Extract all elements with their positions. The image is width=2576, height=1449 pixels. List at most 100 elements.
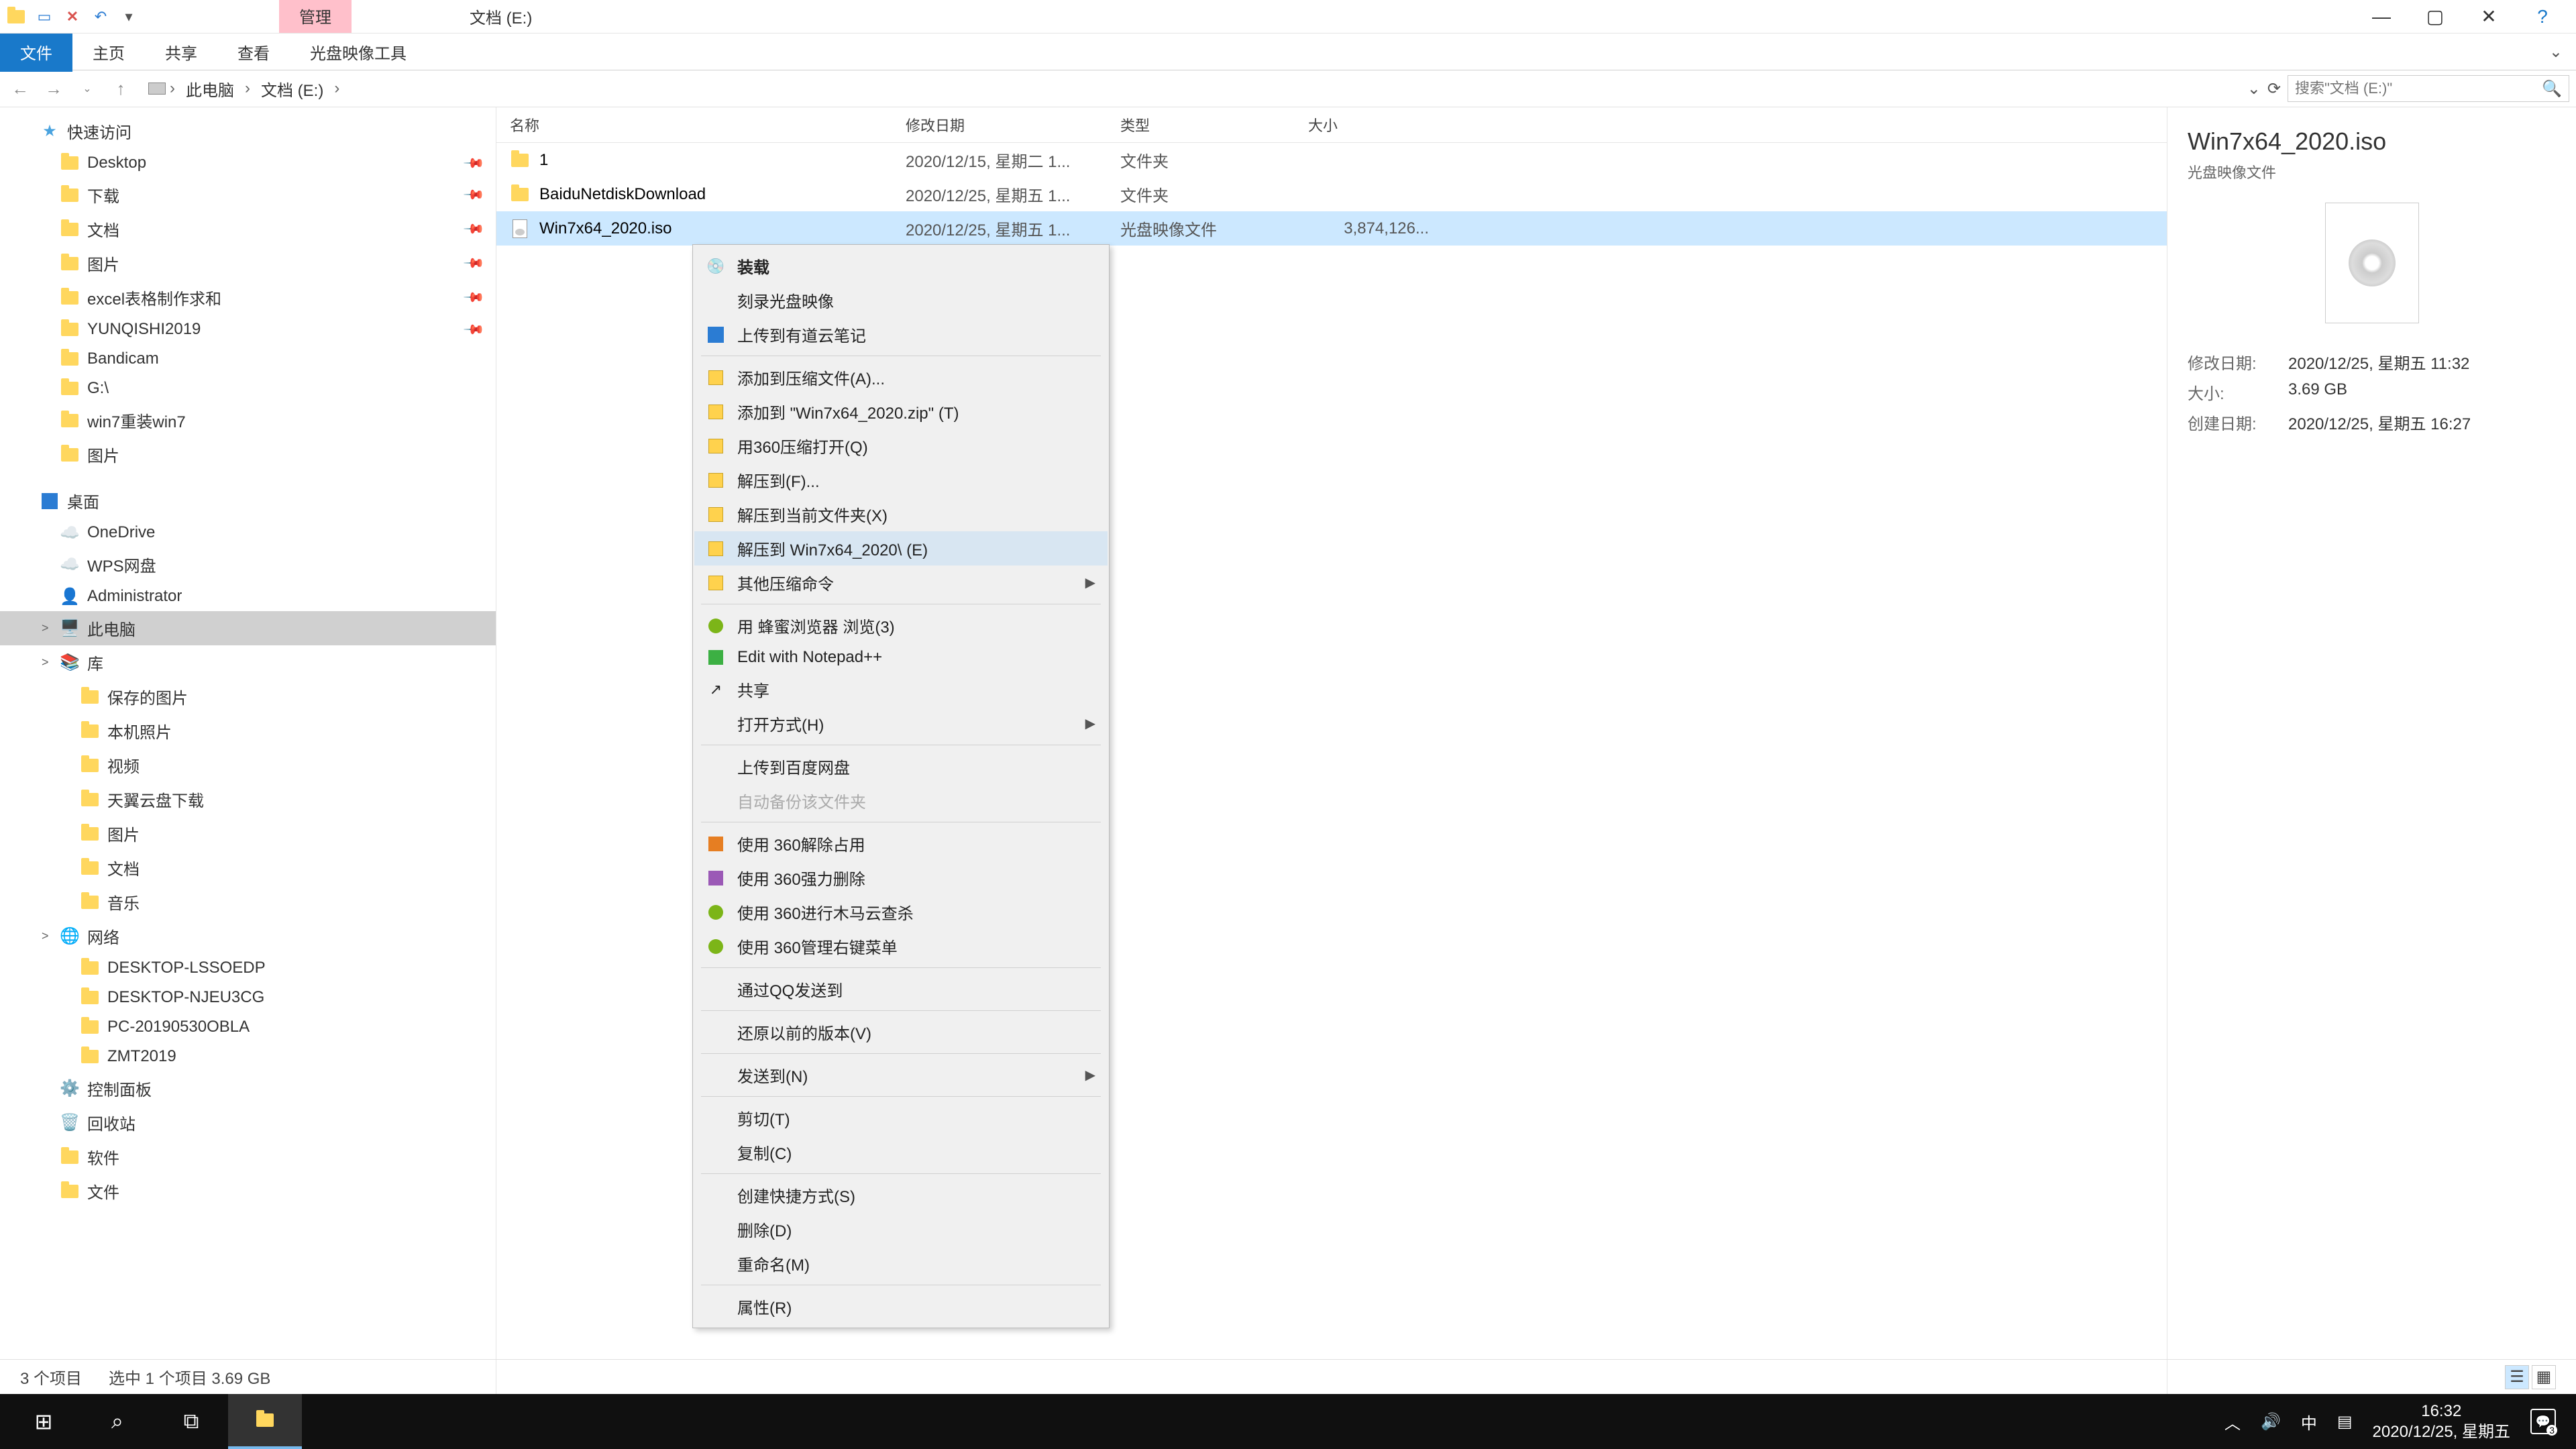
help-icon[interactable]: ?	[2529, 3, 2556, 30]
close-button[interactable]: ✕	[2475, 3, 2502, 30]
context-menu-item[interactable]: 使用 360进行木马云查杀	[694, 895, 1108, 929]
ribbon-tab-file[interactable]: 文件	[0, 32, 72, 72]
context-menu-item[interactable]: 💿装载	[694, 249, 1108, 283]
chevron-down-icon[interactable]: ⌄	[2247, 79, 2261, 99]
qat-delete-icon[interactable]: ✕	[63, 7, 82, 26]
tree-item[interactable]: 文档📌	[0, 212, 496, 246]
context-menu-item[interactable]: 添加到压缩文件(A)...	[694, 360, 1108, 394]
tree-item[interactable]: ⚙️控制面板	[0, 1071, 496, 1106]
context-menu-item[interactable]: ↗共享	[694, 672, 1108, 706]
context-menu-item[interactable]: 其他压缩命令▶	[694, 566, 1108, 600]
tree-item[interactable]: 图片	[0, 437, 496, 472]
tree-item[interactable]: ZMT2019	[0, 1042, 496, 1071]
context-menu-item[interactable]: 重命名(M)	[694, 1246, 1108, 1281]
tray-app-icon[interactable]: ▤	[2337, 1412, 2353, 1432]
volume-icon[interactable]: 🔊	[2261, 1412, 2281, 1432]
tree-item[interactable]: Bandicam	[0, 344, 496, 374]
navigation-pane[interactable]: ★快速访问Desktop📌下载📌文档📌图片📌excel表格制作求和📌YUNQIS…	[0, 107, 496, 1412]
context-menu-item[interactable]: 属性(R)	[694, 1289, 1108, 1324]
context-menu-item[interactable]: 使用 360强力删除	[694, 861, 1108, 895]
context-menu-item[interactable]: 使用 360解除占用	[694, 826, 1108, 861]
context-menu-item[interactable]: 解压到(F)...	[694, 463, 1108, 497]
tree-item[interactable]: 🗑️回收站	[0, 1106, 496, 1140]
context-menu-item[interactable]: 添加到 "Win7x64_2020.zip" (T)	[694, 394, 1108, 429]
notification-center-icon[interactable]: 💬3	[2530, 1409, 2556, 1434]
task-view-button[interactable]: ⧉	[154, 1394, 228, 1449]
maximize-button[interactable]: ▢	[2422, 3, 2449, 30]
context-menu-item[interactable]: 发送到(N)▶	[694, 1058, 1108, 1092]
context-menu-item[interactable]: 用 蜂蜜浏览器 浏览(3)	[694, 608, 1108, 643]
ribbon-expand-icon[interactable]: ⌄	[2549, 42, 2576, 62]
ribbon-tab-share[interactable]: 共享	[145, 32, 217, 72]
view-icons-button[interactable]: ▦	[2532, 1365, 2556, 1389]
context-menu-item[interactable]: 打开方式(H)▶	[694, 706, 1108, 741]
tree-item[interactable]: >📚库	[0, 645, 496, 680]
context-menu-item[interactable]: 上传到有道云笔记	[694, 317, 1108, 352]
nav-forward-button[interactable]: →	[40, 75, 67, 102]
search-button[interactable]: ⌕	[80, 1394, 154, 1449]
tree-item[interactable]: 下载📌	[0, 178, 496, 212]
ribbon-tab-view[interactable]: 查看	[217, 32, 290, 72]
tree-item[interactable]: DESKTOP-LSSOEDP	[0, 953, 496, 983]
context-menu-item[interactable]: 剪切(T)	[694, 1101, 1108, 1135]
tree-item[interactable]: 图片📌	[0, 246, 496, 280]
ime-indicator[interactable]: 中	[2301, 1410, 2317, 1434]
view-details-button[interactable]: ☰	[2505, 1365, 2529, 1389]
qat-dropdown-icon[interactable]: ▾	[119, 7, 138, 26]
context-menu-item[interactable]: 刻录光盘映像	[694, 283, 1108, 317]
breadcrumb[interactable]: › 此电脑 › 文档 (E:) ›	[141, 74, 2241, 104]
tree-item[interactable]: >🖥️此电脑	[0, 611, 496, 645]
chevron-right-icon[interactable]: ›	[245, 79, 250, 98]
tree-item[interactable]: 图片	[0, 816, 496, 851]
breadcrumb-root[interactable]: 此电脑	[179, 74, 241, 103]
context-menu-item[interactable]: 解压到当前文件夹(X)	[694, 497, 1108, 531]
chevron-right-icon[interactable]: ›	[170, 79, 175, 98]
qat-btn-1[interactable]: ▭	[35, 7, 54, 26]
search-icon[interactable]: 🔍	[2542, 79, 2562, 99]
taskbar-clock[interactable]: 16:32 2020/12/25, 星期五	[2373, 1401, 2510, 1442]
contextual-tab-manage[interactable]: 管理	[279, 0, 352, 33]
file-row[interactable]: 12020/12/15, 星期二 1...文件夹	[496, 143, 2167, 177]
context-menu-item[interactable]: 通过QQ发送到	[694, 972, 1108, 1006]
context-menu-item[interactable]: 还原以前的版本(V)	[694, 1015, 1108, 1049]
tree-item[interactable]: 保存的图片	[0, 680, 496, 714]
tree-item[interactable]: >🌐网络	[0, 919, 496, 953]
tree-item[interactable]: 👤Administrator	[0, 582, 496, 611]
nav-back-button[interactable]: ←	[7, 75, 34, 102]
tree-item[interactable]: excel表格制作求和📌	[0, 280, 496, 315]
ribbon-tab-disc-tools[interactable]: 光盘映像工具	[290, 32, 427, 72]
tree-item[interactable]: ☁️OneDrive	[0, 518, 496, 547]
context-menu-item[interactable]: 创建快捷方式(S)	[694, 1178, 1108, 1212]
nav-up-button[interactable]: ↑	[107, 75, 134, 102]
search-box[interactable]: 🔍	[2288, 75, 2569, 102]
explorer-taskbar-button[interactable]	[228, 1394, 302, 1449]
nav-history-icon[interactable]: ⌄	[74, 75, 101, 102]
context-menu-item[interactable]: 复制(C)	[694, 1135, 1108, 1169]
tree-item[interactable]: 天翼云盘下载	[0, 782, 496, 816]
tree-item[interactable]: 音乐	[0, 885, 496, 919]
refresh-icon[interactable]: ⟳	[2267, 79, 2281, 99]
context-menu-item[interactable]: 解压到 Win7x64_2020\ (E)	[694, 531, 1108, 566]
column-date[interactable]: 修改日期	[906, 114, 1120, 136]
qat-undo-icon[interactable]: ↶	[91, 7, 110, 26]
tree-item[interactable]: 文件	[0, 1174, 496, 1208]
tree-item[interactable]: G:\	[0, 374, 496, 403]
tree-item[interactable]: DESKTOP-NJEU3CG	[0, 983, 496, 1012]
context-menu-item[interactable]: 使用 360管理右键菜单	[694, 929, 1108, 963]
file-row[interactable]: BaiduNetdiskDownload2020/12/25, 星期五 1...…	[496, 177, 2167, 211]
context-menu[interactable]: 💿装载刻录光盘映像上传到有道云笔记添加到压缩文件(A)...添加到 "Win7x…	[692, 244, 1110, 1328]
tree-item[interactable]: PC-20190530OBLA	[0, 1012, 496, 1042]
tree-item[interactable]: 视频	[0, 748, 496, 782]
context-menu-item[interactable]: Edit with Notepad++	[694, 643, 1108, 672]
tree-item[interactable]: 桌面	[0, 484, 496, 518]
column-size[interactable]: 大小	[1308, 114, 1442, 136]
tree-item[interactable]: 文档	[0, 851, 496, 885]
tree-item[interactable]: YUNQISHI2019📌	[0, 315, 496, 344]
ribbon-tab-home[interactable]: 主页	[72, 32, 145, 72]
chevron-right-icon[interactable]: ›	[334, 79, 339, 98]
tree-item[interactable]: win7重装win7	[0, 403, 496, 437]
breadcrumb-current[interactable]: 文档 (E:)	[254, 74, 330, 103]
tray-chevron-up-icon[interactable]: ︿	[2224, 1410, 2241, 1434]
context-menu-item[interactable]: 上传到百度网盘	[694, 749, 1108, 784]
tree-item[interactable]: 本机照片	[0, 714, 496, 748]
